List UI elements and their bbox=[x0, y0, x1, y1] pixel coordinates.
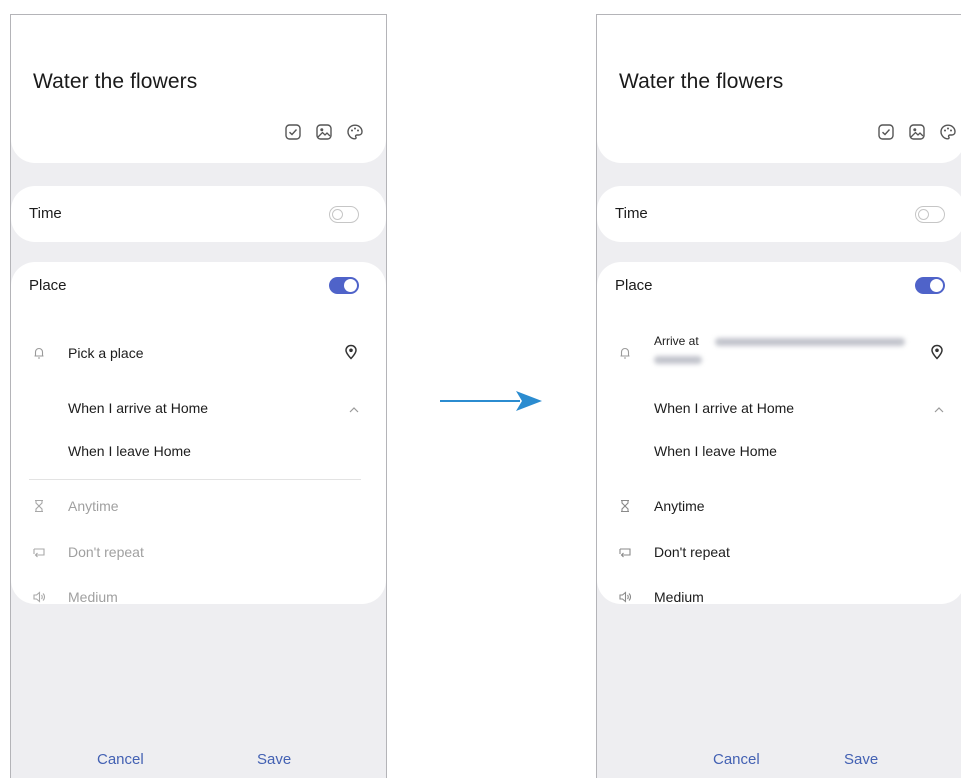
hourglass-icon bbox=[621, 499, 629, 513]
reminder-title[interactable]: Water the flowers bbox=[33, 70, 197, 94]
reminder-editor-after: Water the flowers Time Place Arrive at W… bbox=[596, 14, 961, 778]
volume-icon bbox=[619, 591, 632, 603]
repeat-icon bbox=[619, 548, 631, 558]
checkbox-icon[interactable] bbox=[284, 123, 302, 141]
pick-place-button[interactable]: Pick a place bbox=[68, 345, 143, 361]
anytime-option[interactable]: Anytime bbox=[68, 498, 119, 514]
palette-icon[interactable] bbox=[939, 123, 957, 141]
time-label: Time bbox=[29, 205, 62, 222]
place-card: Place Pick a place When I arrive at Home… bbox=[11, 262, 386, 605]
blurred-address bbox=[715, 338, 905, 346]
place-label: Place bbox=[29, 277, 67, 294]
place-card: Place Arrive at When I arrive at Home Wh… bbox=[597, 262, 961, 605]
repeat-icon bbox=[33, 548, 45, 558]
time-toggle[interactable] bbox=[915, 206, 945, 223]
reminder-title[interactable]: Water the flowers bbox=[619, 70, 783, 94]
location-pin-icon[interactable] bbox=[930, 344, 944, 360]
time-toggle[interactable] bbox=[329, 206, 359, 223]
arrow-right-icon bbox=[440, 391, 542, 411]
cancel-button[interactable]: Cancel bbox=[97, 751, 144, 768]
arrive-at-home-option[interactable]: When I arrive at Home bbox=[68, 400, 208, 416]
title-card: Water the flowers bbox=[597, 15, 961, 163]
title-toolbar bbox=[877, 123, 957, 141]
arrive-at-home-option[interactable]: When I arrive at Home bbox=[654, 400, 794, 416]
location-pin-icon[interactable] bbox=[344, 344, 358, 360]
title-toolbar bbox=[284, 123, 364, 141]
image-icon[interactable] bbox=[315, 123, 333, 141]
chevron-up-icon[interactable] bbox=[348, 406, 360, 414]
chevron-up-icon[interactable] bbox=[933, 406, 945, 414]
place-label: Place bbox=[615, 277, 653, 294]
leave-home-option[interactable]: When I leave Home bbox=[654, 443, 777, 459]
palette-icon[interactable] bbox=[346, 123, 364, 141]
save-button[interactable]: Save bbox=[844, 751, 878, 768]
title-card: Water the flowers bbox=[11, 15, 386, 163]
repeat-option[interactable]: Don't repeat bbox=[654, 544, 730, 560]
hourglass-icon bbox=[35, 499, 43, 513]
image-icon[interactable] bbox=[908, 123, 926, 141]
cancel-button[interactable]: Cancel bbox=[713, 751, 760, 768]
time-label: Time bbox=[615, 205, 648, 222]
priority-option[interactable]: Medium bbox=[68, 589, 118, 605]
reminder-editor-before: Water the flowers Time Place Pick a plac… bbox=[10, 14, 387, 778]
volume-icon bbox=[33, 591, 46, 603]
arrive-at-label[interactable]: Arrive at bbox=[654, 334, 699, 348]
anytime-option[interactable]: Anytime bbox=[654, 498, 705, 514]
repeat-option[interactable]: Don't repeat bbox=[68, 544, 144, 560]
priority-option[interactable]: Medium bbox=[654, 589, 704, 605]
blurred-address-line2 bbox=[654, 356, 702, 364]
bell-icon bbox=[620, 347, 630, 359]
divider bbox=[29, 479, 361, 480]
time-card: Time bbox=[11, 186, 386, 242]
bell-icon bbox=[34, 347, 44, 359]
place-toggle[interactable] bbox=[915, 277, 945, 294]
save-button[interactable]: Save bbox=[257, 751, 291, 768]
time-card: Time bbox=[597, 186, 961, 242]
leave-home-option[interactable]: When I leave Home bbox=[68, 443, 191, 459]
checkbox-icon[interactable] bbox=[877, 123, 895, 141]
place-toggle[interactable] bbox=[329, 277, 359, 294]
